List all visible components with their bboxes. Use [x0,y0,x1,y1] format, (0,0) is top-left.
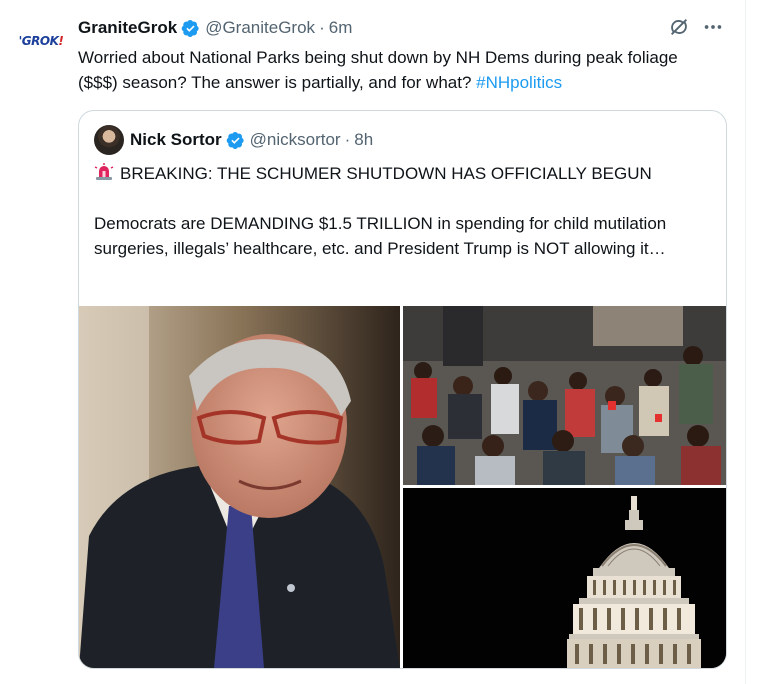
quote-avatar[interactable] [94,125,124,155]
quote-handle[interactable]: @nicksortor [250,130,341,150]
hashtag-link[interactable]: #NHpolitics [476,73,562,92]
rotating-light-icon [94,162,114,182]
tweet-header: GraniteGrok @GraniteGrok · 6m [78,16,352,40]
photo-migrant-crowd[interactable] [403,306,726,485]
quote-timestamp[interactable]: 8h [354,130,373,150]
tweet-actions-top [668,16,724,38]
quote-header: Nick Sortor @nicksortor · 8h [94,125,373,155]
grok-icon[interactable] [668,16,690,38]
display-name[interactable]: GraniteGrok [78,18,177,38]
separator: · [319,18,325,37]
separator: · [344,130,351,149]
verified-badge-icon [226,131,245,150]
quoted-tweet[interactable]: Nick Sortor @nicksortor · 8h BREAKING: T… [78,110,727,669]
photo-capitol-dome-night[interactable] [403,488,726,668]
avatar-logo: 'GROK! [18,34,64,48]
tweet-text: Worried about National Parks being shut … [78,48,678,92]
timeline-divider [745,0,746,684]
verified-badge-icon [181,19,200,38]
handle[interactable]: @GraniteGrok [205,18,315,38]
photo-senator-portrait[interactable] [79,306,400,668]
avatar[interactable]: 'GROK! [17,17,65,65]
media-grid [79,306,726,668]
more-options-icon[interactable] [702,16,724,38]
quote-text: BREAKING: THE SCHUMER SHUTDOWN HAS OFFIC… [94,161,714,261]
timestamp[interactable]: 6m [329,18,353,38]
quote-line-2: Democrats are DEMANDING $1.5 TRILLION in… [94,214,667,258]
quote-display-name[interactable]: Nick Sortor [130,130,222,150]
quote-line-1: BREAKING: THE SCHUMER SHUTDOWN HAS OFFIC… [94,161,714,186]
